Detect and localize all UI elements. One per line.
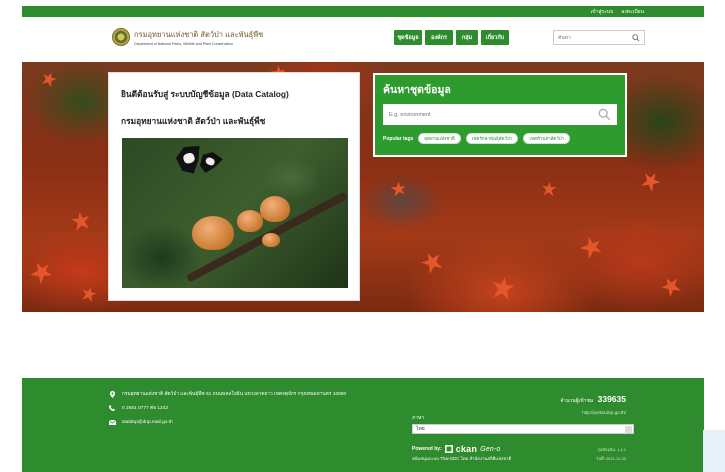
login-link[interactable]: เข้าสู่ระบบ bbox=[591, 8, 614, 16]
nav-groups-button[interactable]: กลุ่ม bbox=[456, 30, 478, 45]
dataset-search-field bbox=[383, 104, 617, 125]
language-select[interactable]: ไทย bbox=[412, 424, 634, 434]
dataset-search-panel: ค้นหาชุดข้อมูล Popular tags อุทยานแห่งชา… bbox=[373, 73, 627, 157]
search-panel-title: ค้นหาชุดข้อมูล bbox=[383, 84, 451, 96]
leaf-decoration bbox=[578, 233, 606, 261]
welcome-subheading: กรมอุทยานแห่งชาติ สัตว์ป่า และพันธุ์พืช bbox=[121, 116, 266, 126]
mushroom-shape bbox=[260, 196, 290, 222]
mushroom-shape bbox=[237, 210, 263, 232]
featured-photo bbox=[122, 138, 348, 288]
ckan-logo-icon bbox=[444, 445, 453, 453]
site-header: กรมอุทยานแห่งชาติ สัตว์ป่า และพันธุ์พืช … bbox=[22, 17, 704, 62]
butterfly-wing-shape bbox=[196, 149, 223, 177]
leaf-decoration bbox=[40, 70, 58, 88]
tag-wildlife-sanctuaries[interactable]: เขตรักษาพันธุ์สัตว์ป่า bbox=[465, 133, 519, 144]
contact-info: กรมอุทยานแห่งชาติ สัตว์ป่า และพันธุ์พืช … bbox=[108, 387, 346, 429]
version-text: รุ่นปัจจุบัน: 1.4.1 bbox=[597, 447, 626, 452]
header-search bbox=[553, 30, 645, 45]
leaf-decoration bbox=[71, 211, 92, 232]
leaf-decoration bbox=[28, 258, 56, 286]
brand-title: กรมอุทยานแห่งชาติ สัตว์ป่า และพันธุ์พืช bbox=[134, 30, 264, 39]
register-link[interactable]: ลงทะเบียน bbox=[621, 8, 644, 16]
tag-national-parks[interactable]: อุทยานแห่งชาติ bbox=[418, 133, 461, 144]
visitor-stats: จำนวนผู้เข้าชม 339635 http://portal.dnp.… bbox=[560, 389, 626, 415]
brand[interactable]: กรมอุทยานแห่งชาติ สัตว์ป่า และพันธุ์พืช … bbox=[134, 29, 263, 46]
leaf-decoration bbox=[541, 181, 556, 196]
language-selected-value: ไทย bbox=[416, 426, 425, 432]
dataset-search-input[interactable] bbox=[389, 111, 589, 118]
welcome-heading: ยินดีต้อนรับสู่ ระบบบัญชีข้อมูล (Data Ca… bbox=[121, 89, 289, 99]
header-search-input[interactable] bbox=[558, 34, 628, 41]
gdc-logo-text[interactable]: Gen-o bbox=[480, 446, 500, 453]
site-footer: กรมอุทยานแห่งชาติ สัตว์ป่า และพันธุ์พืช … bbox=[22, 378, 704, 472]
mushroom-shape bbox=[192, 216, 234, 250]
brand-subtitle: Department of National Parks, Wildlife a… bbox=[134, 42, 234, 46]
nav-about-button[interactable]: เกี่ยวกับ bbox=[481, 30, 509, 45]
phone-text: 0 2561 0777 ต่อ 1242 bbox=[122, 406, 169, 411]
leaf-decoration bbox=[490, 275, 515, 300]
chevron-down-icon[interactable] bbox=[625, 426, 632, 433]
mushroom-shape bbox=[262, 233, 280, 247]
updated-text: วันที่: 2021-11-30 bbox=[595, 456, 626, 461]
visitors-label: จำนวนผู้เข้าชม bbox=[560, 398, 594, 404]
powered-by: Powered by: ckan Gen-o สนับสนุนระบบ Thai… bbox=[412, 444, 511, 462]
support-text: สนับสนุนระบบ Thai-GDC โดย สำนักงานสถิติแ… bbox=[412, 456, 512, 461]
leaf-decoration bbox=[80, 285, 97, 302]
butterfly-wing-shape bbox=[174, 143, 206, 177]
leaf-decoration bbox=[390, 180, 409, 199]
leaf-decoration bbox=[639, 169, 664, 194]
phone-icon bbox=[108, 405, 116, 411]
version-info: รุ่นปัจจุบัน: 1.4.1 วันที่: 2021-11-30 bbox=[596, 446, 626, 464]
popular-tags: Popular tags อุทยานแห่งชาติ เขตรักษาพันธ… bbox=[383, 133, 617, 144]
nav-datasets-button[interactable]: ชุดข้อมูล bbox=[394, 30, 422, 45]
powered-by-label: Powered by: bbox=[412, 446, 442, 452]
ckan-logo-text[interactable]: ckan bbox=[456, 444, 477, 454]
location-pin-icon bbox=[108, 390, 116, 398]
search-icon[interactable] bbox=[632, 34, 640, 42]
hero-banner: ยินดีต้อนรับสู่ ระบบบัญชีข้อมูล (Data Ca… bbox=[22, 62, 704, 312]
leaf-decoration bbox=[659, 274, 684, 299]
phone-row: 0 2561 0777 ต่อ 1242 bbox=[108, 401, 346, 415]
language-selector: ภาษา ไทย bbox=[412, 414, 634, 434]
language-label: ภาษา bbox=[412, 415, 425, 421]
top-bar: เข้าสู่ระบบ ลงทะเบียน bbox=[22, 6, 704, 17]
nav-organizations-button[interactable]: องค์กร bbox=[425, 30, 453, 45]
search-icon[interactable] bbox=[598, 108, 611, 121]
email-row: statdnp@dnp.mail.go.th bbox=[108, 415, 346, 429]
address-row: กรมอุทยานแห่งชาติ สัตว์ป่า และพันธุ์พืช … bbox=[108, 387, 346, 401]
department-logo-icon[interactable] bbox=[112, 28, 130, 46]
leaf-decoration bbox=[419, 249, 446, 276]
tag-no-hunting-areas[interactable]: เขตห้ามล่าสัตว์ป่า bbox=[523, 133, 571, 144]
address-text: กรมอุทยานแห่งชาติ สัตว์ป่า และพันธุ์พืช … bbox=[122, 392, 347, 397]
edge-strip bbox=[703, 430, 725, 472]
page: เข้าสู่ระบบ ลงทะเบียน กรมอุทยานแห่งชาติ … bbox=[0, 0, 725, 472]
visitors-count: 339635 bbox=[597, 394, 626, 404]
popular-tags-label: Popular tags bbox=[383, 135, 414, 142]
account-links: เข้าสู่ระบบ ลงทะเบียน bbox=[591, 6, 644, 17]
mail-icon bbox=[108, 419, 116, 425]
welcome-card: ยินดีต้อนรับสู่ ระบบบัญชีข้อมูล (Data Ca… bbox=[108, 72, 360, 301]
email-link[interactable]: statdnp@dnp.mail.go.th bbox=[122, 420, 173, 425]
